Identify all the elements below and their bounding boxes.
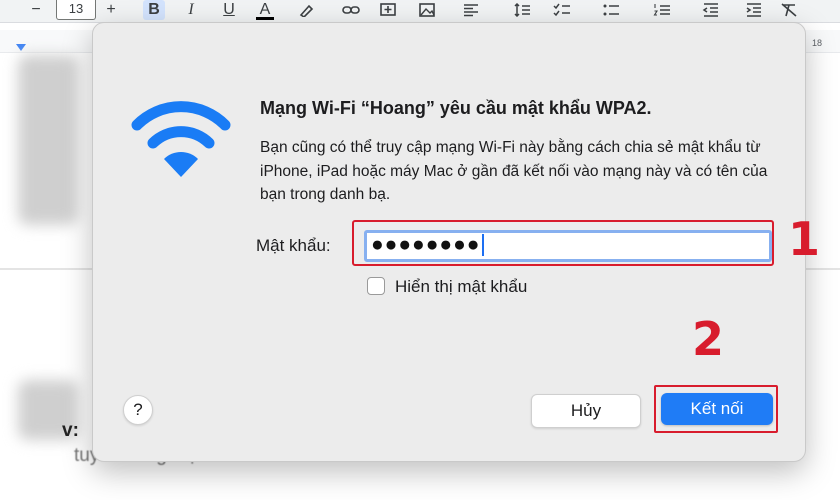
cancel-button[interactable]: Hủy	[531, 394, 641, 428]
font-size-input[interactable]: 13	[56, 0, 96, 20]
help-button[interactable]: ?	[123, 395, 153, 425]
decrease-font-size-button[interactable]: −	[28, 0, 44, 20]
highlight-pen-icon[interactable]	[298, 3, 316, 17]
clear-formatting-icon[interactable]	[780, 3, 798, 17]
connect-button[interactable]: Kết nối	[661, 393, 773, 425]
editor-toolbar: − 13 + B I U A	[0, 0, 840, 23]
numbered-list-icon[interactable]	[653, 3, 671, 17]
password-value: ●●●●●●●●	[371, 233, 481, 256]
text-color-indicator	[256, 17, 274, 20]
add-comment-icon[interactable]	[379, 3, 397, 17]
ruler-indent-marker[interactable]	[16, 44, 26, 51]
background-doc-text: v:	[62, 420, 79, 441]
increase-font-size-button[interactable]: +	[102, 0, 120, 20]
step-number-1: 1	[788, 212, 821, 266]
blurred-content	[18, 55, 78, 225]
decrease-indent-icon[interactable]	[702, 3, 720, 17]
password-input[interactable]: ●●●●●●●●	[364, 230, 772, 262]
password-label: Mật khẩu:	[256, 236, 331, 255]
wifi-icon	[131, 101, 231, 177]
link-icon[interactable]	[342, 3, 360, 17]
checklist-icon[interactable]	[553, 3, 571, 17]
show-password-checkbox[interactable]	[367, 277, 385, 295]
line-spacing-icon[interactable]	[513, 3, 531, 17]
wifi-password-dialog: Mạng Wi-Fi “Hoang” yêu cầu mật khẩu WPA2…	[92, 22, 806, 462]
ruler-number: 18	[812, 38, 823, 48]
increase-indent-icon[interactable]	[745, 3, 763, 17]
insert-image-icon[interactable]	[418, 3, 436, 17]
step-number-2: 2	[692, 312, 725, 366]
align-left-icon[interactable]	[462, 3, 480, 17]
dialog-description: Bạn cũng có thể truy cập mạng Wi-Fi này …	[260, 139, 768, 203]
underline-button[interactable]: U	[220, 0, 238, 20]
show-password-label[interactable]: Hiển thị mật khẩu	[395, 277, 527, 297]
bold-button[interactable]: B	[143, 0, 165, 20]
italic-button[interactable]: I	[182, 0, 200, 20]
text-caret	[482, 234, 485, 257]
bulleted-list-icon[interactable]	[602, 3, 620, 17]
dialog-title: Mạng Wi-Fi “Hoang” yêu cầu mật khẩu WPA2…	[260, 98, 652, 118]
